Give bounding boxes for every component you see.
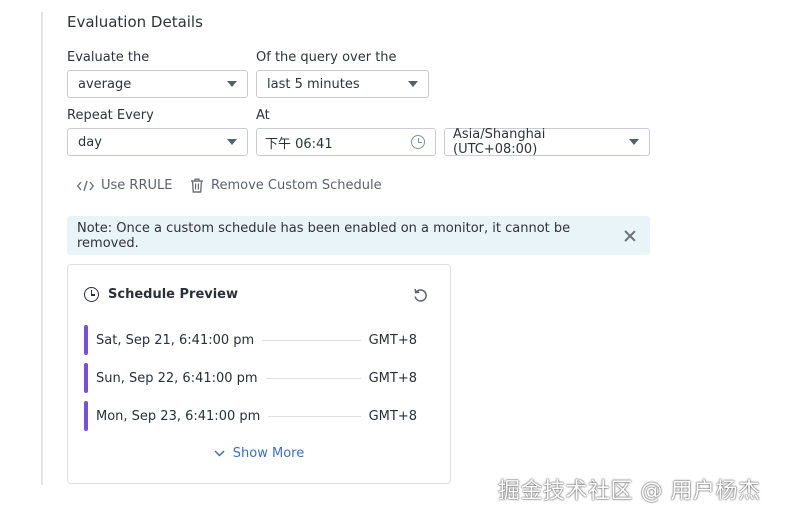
chevron-down-icon [227,81,237,87]
time-value: 下午 06:41 [265,136,333,152]
show-more-button[interactable]: Show More [68,446,450,461]
remove-custom-schedule-label: Remove Custom Schedule [211,178,382,193]
schedule-timezone: GMT+8 [368,408,417,424]
schedule-date: Mon, Sep 23, 6:41:00 pm [96,408,261,424]
clock-icon [411,135,425,149]
row-divider [268,415,361,417]
note-text: Note: Once a custom schedule has been en… [77,220,571,251]
evaluate-select[interactable]: average [67,70,248,98]
clock-icon [84,287,99,302]
close-icon[interactable] [624,230,636,242]
time-picker-input[interactable]: 下午 06:41 [256,128,436,156]
evaluate-value: average [78,76,132,92]
schedule-row: Sun, Sep 22, 6:41:00 pm GMT+8 [84,363,417,393]
schedule-timezone: GMT+8 [368,370,417,386]
repeat-value: day [78,134,102,150]
query-window-value: last 5 minutes [267,76,360,92]
chevron-down-icon [214,450,225,457]
remove-custom-schedule-button[interactable]: Remove Custom Schedule [190,178,382,193]
trash-icon [191,178,203,193]
at-label: At [256,108,270,123]
row-divider [265,377,361,379]
chevron-down-icon [629,139,639,145]
row-accent-bar [84,401,88,431]
left-divider [41,12,43,485]
section-title: Evaluation Details [67,13,203,31]
schedule-preview-header: Schedule Preview [84,287,238,302]
schedule-date: Sat, Sep 21, 6:41:00 pm [96,332,255,348]
watermark: 掘金技术社区 @ 用户杨杰 [498,479,761,504]
schedule-preview-card: Schedule Preview Sat, Sep 21, 6:41:00 pm… [67,264,451,484]
use-rrule-button[interactable]: Use RRULE [77,178,172,193]
row-accent-bar [84,325,88,355]
query-window-select[interactable]: last 5 minutes [256,70,429,98]
refresh-icon[interactable] [413,288,428,303]
repeat-label: Repeat Every [67,108,154,123]
row-divider [262,339,361,341]
timezone-value: Asia/Shanghai (UTC+08:00) [453,127,546,157]
schedule-row: Sat, Sep 21, 6:41:00 pm GMT+8 [84,325,417,355]
chevron-down-icon [227,139,237,145]
code-icon [77,180,94,191]
info-note: Note: Once a custom schedule has been en… [67,216,650,255]
schedule-row: Mon, Sep 23, 6:41:00 pm GMT+8 [84,401,417,431]
schedule-timezone: GMT+8 [368,332,417,348]
row-accent-bar [84,363,88,393]
schedule-date: Sun, Sep 22, 6:41:00 pm [96,370,258,386]
show-more-label: Show More [232,446,305,461]
schedule-preview-title: Schedule Preview [108,287,239,302]
timezone-select[interactable]: Asia/Shanghai (UTC+08:00) [444,127,650,157]
chevron-down-icon [408,81,418,87]
query-window-label: Of the query over the [256,50,397,65]
evaluate-label: Evaluate the [67,50,150,65]
repeat-select[interactable]: day [67,128,248,156]
use-rrule-label: Use RRULE [101,178,173,193]
